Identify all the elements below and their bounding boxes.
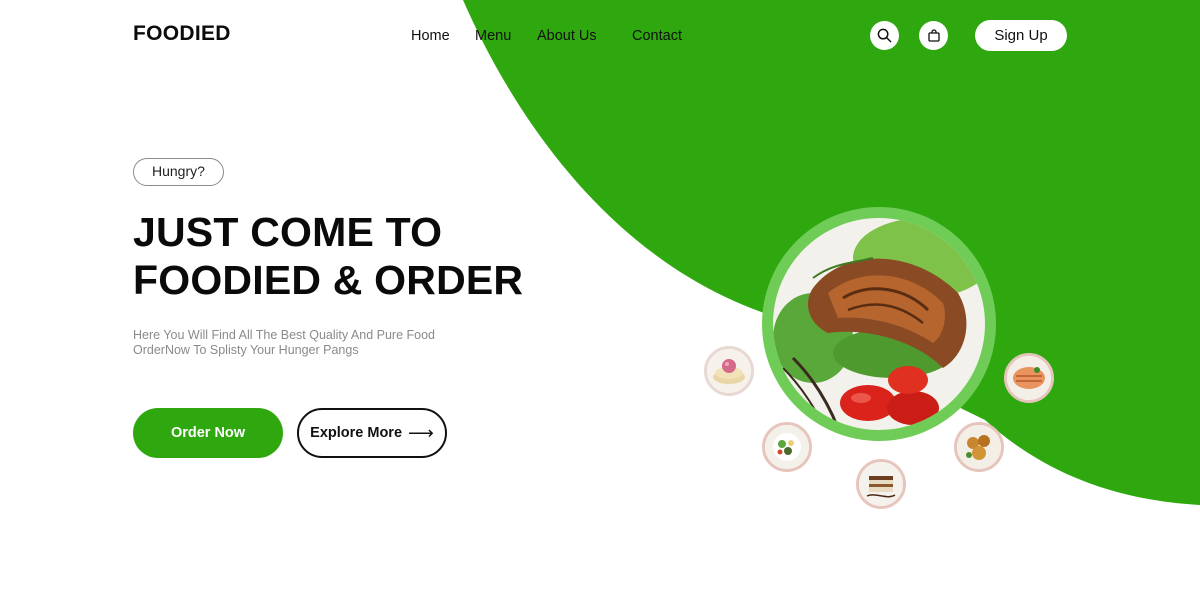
dish-thumbnail-salmon[interactable]	[1004, 353, 1054, 403]
hero-subtitle: Here You Will Find All The Best Quality …	[133, 328, 435, 358]
order-now-button[interactable]: Order Now	[133, 408, 283, 458]
layered-cake-illustration	[859, 462, 903, 506]
croquettes-illustration	[957, 425, 1001, 469]
arrow-right-icon: ⟶	[408, 423, 434, 443]
cart-button[interactable]	[919, 21, 948, 50]
pancake-dessert-illustration	[707, 349, 751, 393]
headline-line-2: FOODIED & ORDER	[133, 257, 524, 303]
nav-contact[interactable]: Contact	[632, 28, 682, 44]
dish-thumbnail-salad[interactable]	[762, 422, 812, 472]
dish-thumbnail-croquettes[interactable]	[954, 422, 1004, 472]
nav-home[interactable]: Home	[411, 28, 450, 44]
hungry-badge: Hungry?	[133, 158, 224, 186]
subtitle-line-2: OrderNow To Splisty Your Hunger Pangs	[133, 343, 359, 357]
explore-more-button[interactable]: Explore More ⟶	[297, 408, 447, 458]
hero-headline: JUST COME TO FOODIED & ORDER	[133, 208, 523, 304]
shopping-bag-icon	[927, 29, 940, 42]
nav-about-us[interactable]: About Us	[537, 28, 597, 44]
green-background-shape	[463, 0, 1200, 505]
signup-button[interactable]: Sign Up	[975, 20, 1067, 51]
explore-more-label: Explore More	[310, 425, 403, 441]
featured-dish-image	[762, 207, 996, 441]
salad-plate-illustration	[765, 425, 809, 469]
headline-line-1: JUST COME TO	[133, 209, 443, 255]
search-button[interactable]	[870, 21, 899, 50]
salmon-plate-illustration	[773, 218, 985, 430]
dish-thumbnail-cake[interactable]	[704, 346, 754, 396]
salmon-fillet-illustration	[1007, 356, 1051, 400]
nav-menu[interactable]: Menu	[475, 28, 511, 44]
dish-thumbnail-tiramisu[interactable]	[856, 459, 906, 509]
subtitle-line-1: Here You Will Find All The Best Quality …	[133, 328, 436, 342]
search-icon	[877, 28, 892, 43]
brand-logo[interactable]: FOODIED	[133, 22, 231, 46]
